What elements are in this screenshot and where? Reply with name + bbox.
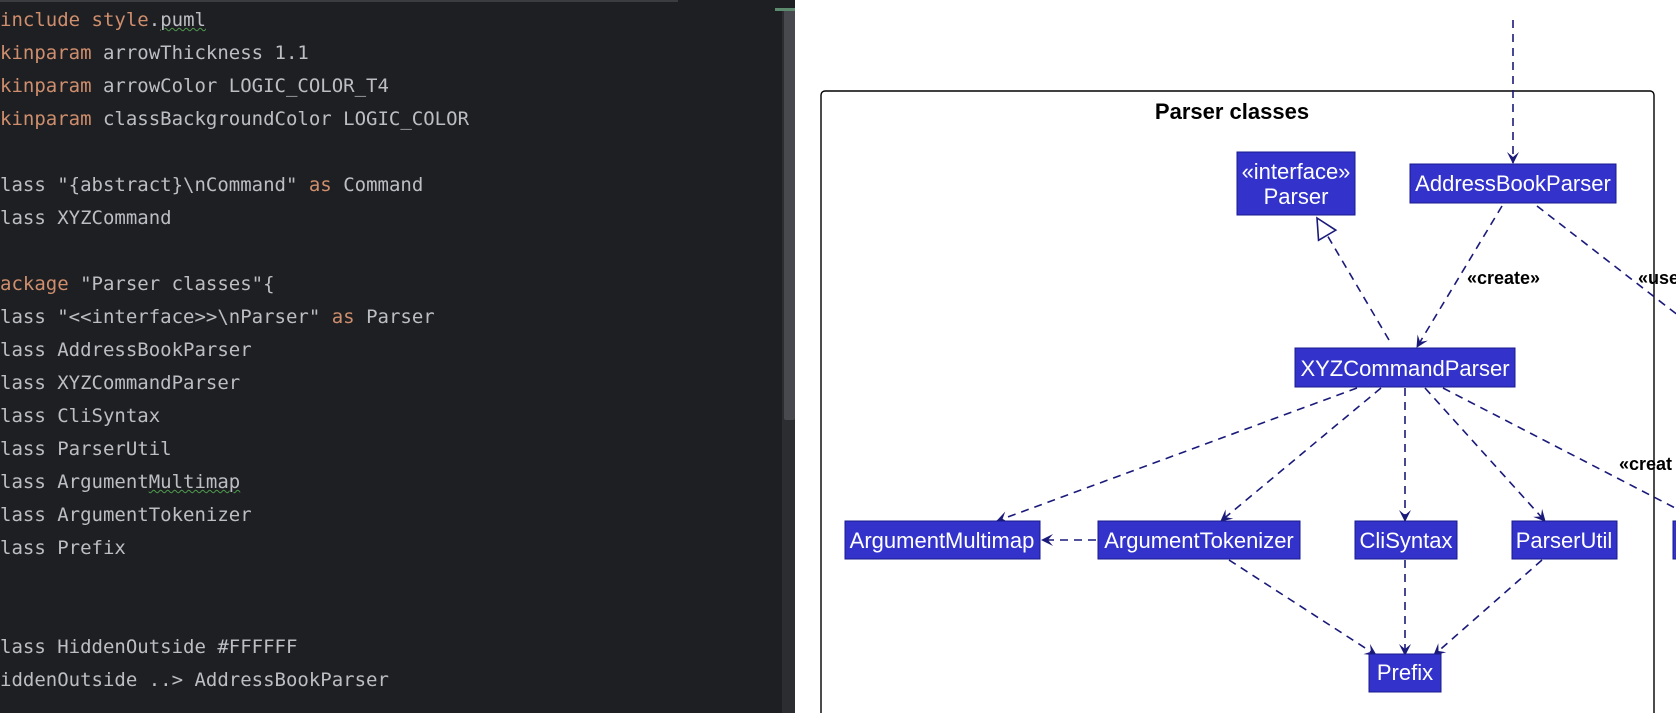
uml-diagram-canvas: Parser classes «create» «use «creat «int… bbox=[820, 20, 1676, 713]
code-keyword: as bbox=[331, 306, 355, 328]
code-editor[interactable]: include style.puml kinparam arrowThicknes… bbox=[0, 0, 795, 713]
pane-divider[interactable] bbox=[795, 0, 809, 713]
code-line[interactable]: lass ArgumentTokenizer bbox=[0, 499, 780, 532]
class-argumenttokenizer-name: ArgumentTokenizer bbox=[1104, 528, 1294, 553]
code-keyword: kinparam bbox=[0, 75, 92, 97]
class-prefix[interactable]: Prefix bbox=[1368, 653, 1442, 693]
class-argumenttokenizer[interactable]: ArgumentTokenizer bbox=[1097, 520, 1301, 560]
inspection-marker[interactable] bbox=[775, 8, 795, 11]
class-xyzcommandparser[interactable]: XYZCommandParser bbox=[1294, 347, 1516, 388]
edge-label-create-clipped: «creat bbox=[1619, 454, 1672, 474]
code-keyword: as bbox=[308, 174, 332, 196]
code-line[interactable]: ackage "Parser classes"{ bbox=[0, 268, 780, 301]
code-keyword: style bbox=[91, 9, 149, 31]
class-parser[interactable]: «interface» Parser bbox=[1236, 151, 1356, 216]
code-token: lass XYZCommand bbox=[0, 207, 172, 229]
code-token: lass CliSyntax bbox=[0, 405, 161, 427]
code-token: Multimap bbox=[148, 471, 241, 493]
code-token: "Parser classes"{ bbox=[68, 273, 275, 295]
code-keyword: kinparam bbox=[0, 42, 92, 64]
code-token: arrowColor LOGIC_COLOR_T4 bbox=[91, 75, 389, 97]
code-token: lass "<<interface>>\nParser" bbox=[0, 306, 332, 328]
code-token: lass ArgumentTokenizer bbox=[0, 504, 252, 526]
code-line[interactable]: include style.puml bbox=[0, 4, 780, 37]
class-parser-name: Parser bbox=[1264, 184, 1329, 209]
class-prefix-name: Prefix bbox=[1377, 660, 1433, 685]
code-keyword: ackage bbox=[0, 273, 69, 295]
class-clisyntax[interactable]: CliSyntax bbox=[1354, 520, 1458, 560]
code-line[interactable]: lass XYZCommandParser bbox=[0, 367, 780, 400]
code-line[interactable]: kinparam arrowColor LOGIC_COLOR_T4 bbox=[0, 70, 780, 103]
edge-label-create: «create» bbox=[1467, 268, 1540, 288]
code-line[interactable]: lass AddressBookParser bbox=[0, 334, 780, 367]
code-line[interactable]: lass ArgumentMultimap bbox=[0, 466, 780, 499]
editor-tab-strip-edge bbox=[0, 0, 678, 2]
code-token: . bbox=[148, 9, 161, 31]
editor-scrollbar-thumb[interactable] bbox=[784, 10, 795, 420]
code-line[interactable]: lass XYZCommand bbox=[0, 202, 780, 235]
code-line[interactable]: lass HiddenOutside #FFFFFF bbox=[0, 631, 780, 664]
class-xyzcommandparser-name: XYZCommandParser bbox=[1300, 356, 1509, 381]
code-token: lass Prefix bbox=[0, 537, 126, 559]
code-keyword: include bbox=[0, 9, 81, 31]
code-token: Parser bbox=[354, 306, 435, 328]
code-token: arrowThickness 1.1 bbox=[91, 42, 309, 64]
class-parserutil-name: ParserUtil bbox=[1516, 528, 1613, 553]
class-parser-stereotype: «interface» bbox=[1242, 159, 1351, 184]
code-line[interactable]: lass ParserUtil bbox=[0, 433, 780, 466]
code-line[interactable]: iddenOutside ..> AddressBookParser bbox=[0, 664, 780, 697]
code-token: lass ParserUtil bbox=[0, 438, 172, 460]
code-token: classBackgroundColor LOGIC_COLOR bbox=[91, 108, 470, 130]
code-line[interactable] bbox=[0, 136, 780, 169]
edge-label-use-clipped: «use bbox=[1638, 268, 1676, 288]
class-argumentmultimap[interactable]: ArgumentMultimap bbox=[844, 520, 1041, 560]
code-line[interactable]: lass "{abstract}\nCommand" as Command bbox=[0, 169, 780, 202]
code-lines[interactable]: include style.puml kinparam arrowThicknes… bbox=[0, 4, 780, 697]
uml-diagram-preview: Parser classes «create» «use «creat «int… bbox=[809, 0, 1676, 713]
code-line[interactable]: kinparam classBackgroundColor LOGIC_COLO… bbox=[0, 103, 780, 136]
class-argumentmultimap-name: ArgumentMultimap bbox=[850, 528, 1035, 553]
code-token: lass XYZCommandParser bbox=[0, 372, 241, 394]
code-token: puml bbox=[160, 9, 206, 31]
class-parserutil[interactable]: ParserUtil bbox=[1511, 520, 1618, 560]
code-token: lass HiddenOutside #FFFFFF bbox=[0, 636, 298, 658]
code-line[interactable]: lass CliSyntax bbox=[0, 400, 780, 433]
code-line[interactable]: lass "<<interface>>\nParser" as Parser bbox=[0, 301, 780, 334]
code-line[interactable]: lass Prefix bbox=[0, 532, 780, 565]
package-title: Parser classes bbox=[1155, 99, 1309, 124]
code-token: lass "{abstract}\nCommand" bbox=[0, 174, 309, 196]
code-keyword: kinparam bbox=[0, 108, 92, 130]
code-token: iddenOutside ..> AddressBookParser bbox=[0, 669, 389, 691]
class-clisyntax-name: CliSyntax bbox=[1360, 528, 1453, 553]
code-line[interactable] bbox=[0, 565, 780, 598]
code-token: lass AddressBookParser bbox=[0, 339, 252, 361]
code-line[interactable]: kinparam arrowThickness 1.1 bbox=[0, 37, 780, 70]
code-line[interactable] bbox=[0, 235, 780, 268]
code-token: Command bbox=[331, 174, 424, 196]
code-line[interactable] bbox=[0, 598, 780, 631]
code-token: lass Argument bbox=[0, 471, 149, 493]
class-addressbookparser-name: AddressBookParser bbox=[1415, 171, 1611, 196]
class-addressbookparser[interactable]: AddressBookParser bbox=[1409, 163, 1617, 204]
